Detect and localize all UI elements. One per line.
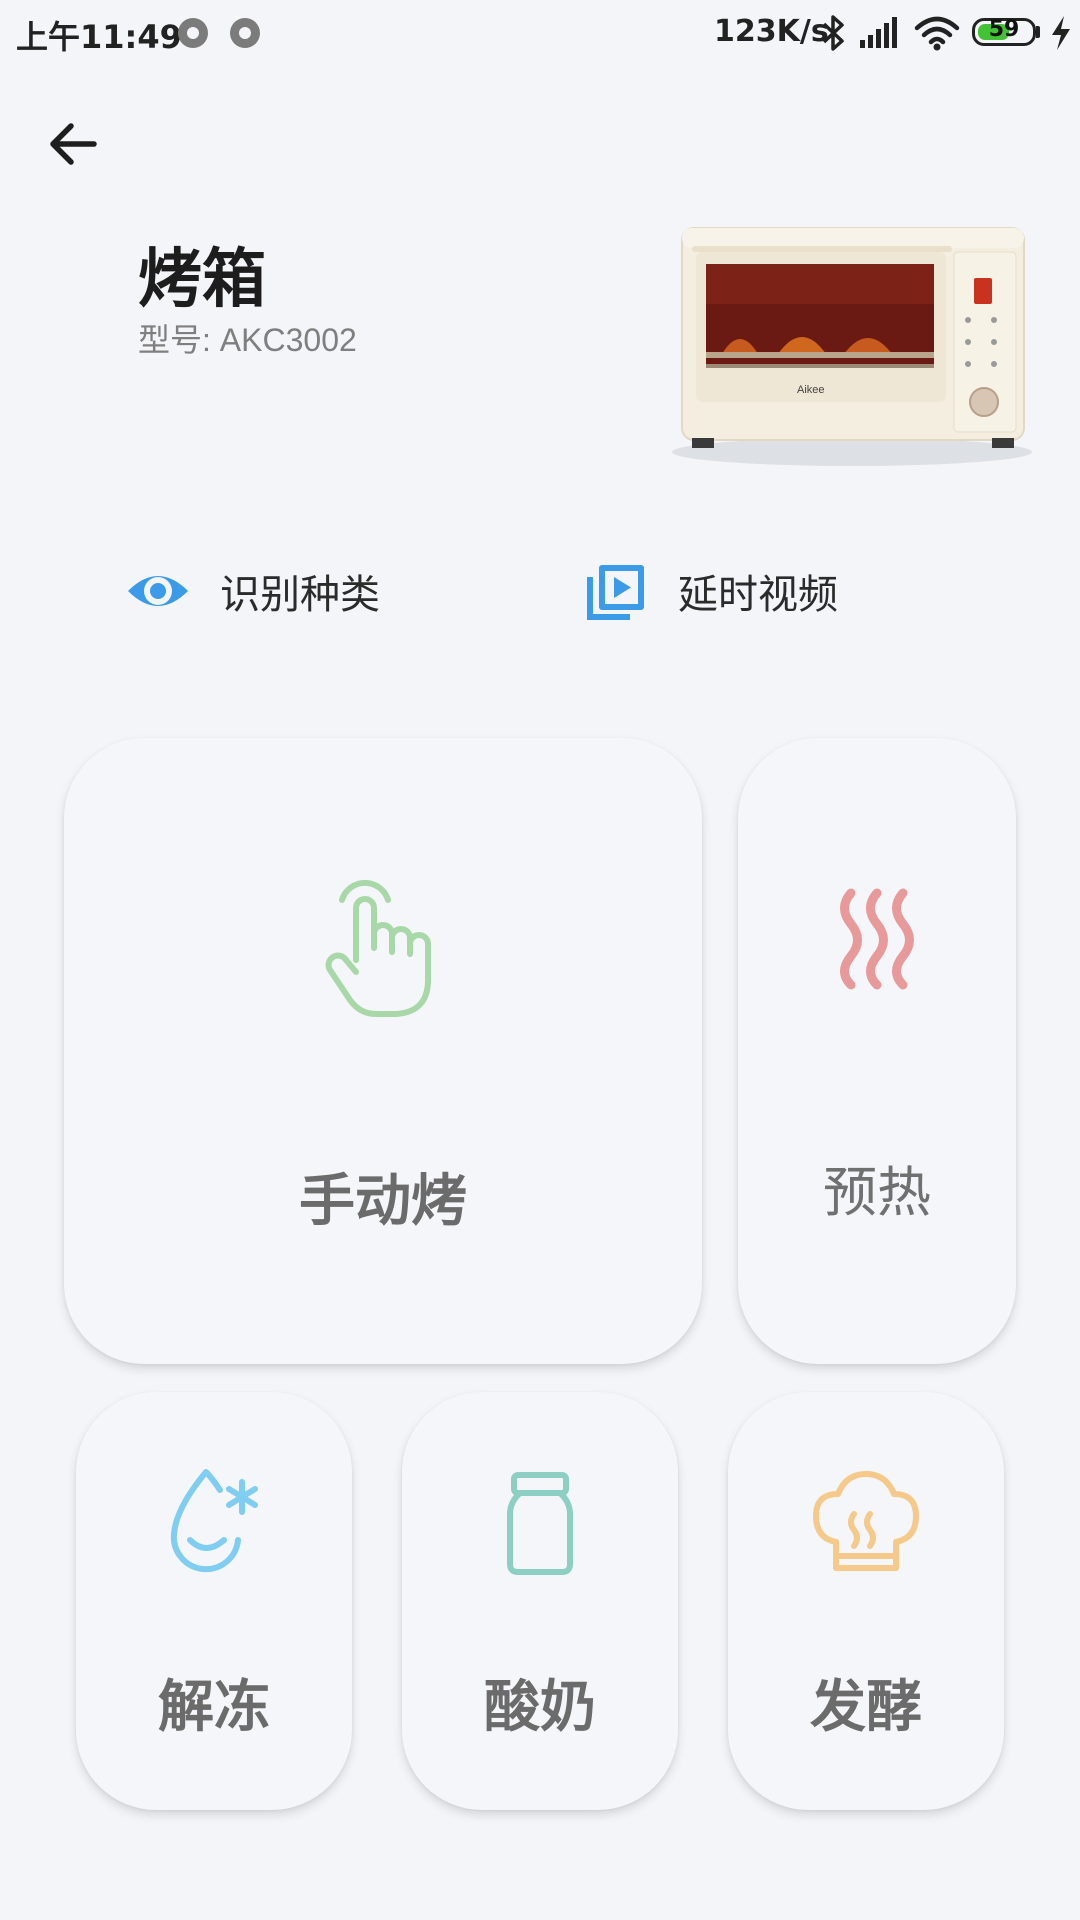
defrost-label: 解冻 — [158, 1675, 270, 1740]
yogurt-card[interactable]: 酸奶 — [402, 1392, 678, 1810]
page-title: 烤箱 — [138, 243, 266, 317]
ferment-label: 发酵 — [810, 1675, 922, 1740]
battery-level: 59 — [988, 17, 1020, 42]
back-button[interactable] — [44, 110, 108, 174]
battery-indicator: 59 — [972, 17, 1036, 46]
video-library-icon — [587, 565, 644, 620]
hand-pointer-icon — [325, 879, 431, 1017]
signal-icon — [860, 17, 897, 48]
water-drop-snow-icon — [170, 1469, 258, 1573]
notification-dot-icon — [178, 18, 208, 48]
status-time: 上午11:49 — [16, 18, 182, 56]
oven-product-image: Aikee — [672, 227, 1032, 466]
ferment-card[interactable]: 发酵 — [728, 1392, 1004, 1810]
manual-bake-card[interactable]: 手动烤 — [64, 738, 702, 1364]
network-speed: 123K/s — [714, 14, 829, 49]
time-lapse-video-label: 延时视频 — [678, 572, 838, 618]
bluetooth-icon — [822, 15, 844, 51]
model-value: AKC3002 — [219, 322, 357, 358]
model-number: 型号: AKC3002 — [138, 315, 357, 361]
oven-device-page: 上午11:49 123K/s 59 烤箱 型号: AKC3002 Aikee 识… — [0, 0, 1080, 1920]
oven-brand-logo: Aikee — [797, 384, 825, 396]
identify-type-action[interactable]: 识别种类 — [126, 556, 380, 626]
time-lapse-video-action[interactable]: 延时视频 — [584, 556, 838, 626]
wifi-icon — [914, 16, 960, 51]
yogurt-label: 酸奶 — [484, 1675, 596, 1740]
battery-tip — [1036, 26, 1040, 38]
bread-icon — [813, 1471, 919, 1571]
eye-icon — [128, 576, 188, 606]
defrost-card[interactable]: 解冻 — [76, 1392, 352, 1810]
status-bar: 上午11:49 123K/s 59 — [0, 0, 1080, 66]
notification-dot-icon — [230, 18, 260, 48]
model-label: 型号: — [138, 322, 211, 358]
manual-bake-label: 手动烤 — [299, 1169, 467, 1234]
jar-icon — [507, 1472, 573, 1575]
identify-type-label: 识别种类 — [220, 572, 380, 618]
heat-waves-icon — [840, 888, 914, 990]
charging-icon — [1052, 16, 1070, 50]
preheat-card[interactable]: 预热 — [738, 738, 1016, 1364]
preheat-label: 预热 — [823, 1161, 931, 1224]
arrow-left-icon — [50, 123, 97, 165]
